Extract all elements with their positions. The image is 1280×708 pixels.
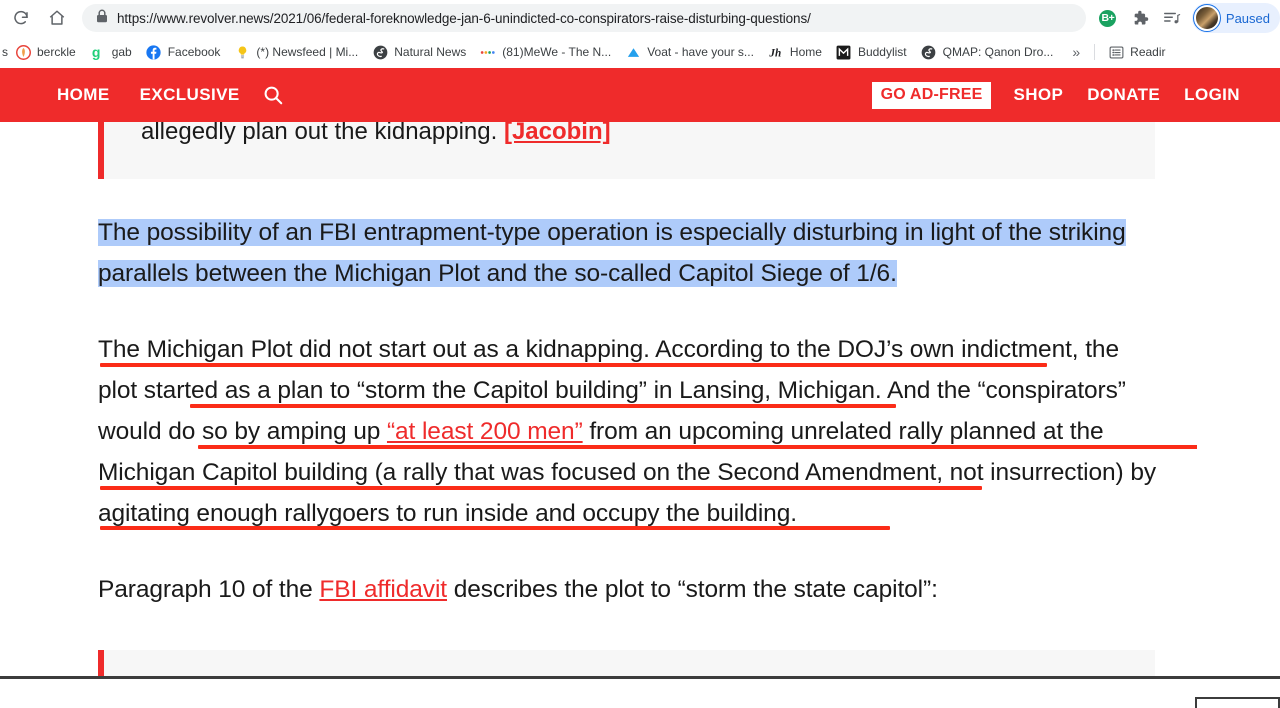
bookmark-label: QMAP: Qanon Dro...: [942, 45, 1054, 59]
browser-chrome: https://www.revolver.news/2021/06/federa…: [0, 0, 1280, 68]
bookmark-mewe[interactable]: (81)MeWe - The N...: [473, 40, 618, 64]
bookmark-label: (*) Newsfeed | Mi...: [256, 45, 359, 59]
lightbulb-favicon: [234, 44, 250, 60]
annotation-underline-5: [100, 526, 890, 530]
berckle-favicon: [15, 44, 31, 60]
highlighted-text: The possibility of an FBI entrapment-typ…: [98, 219, 1126, 287]
gab-favicon: g: [90, 44, 106, 60]
bitwarden-extension-icon[interactable]: B+: [1094, 4, 1122, 32]
paragraph-highlighted: The possibility of an FBI entrapment-typ…: [98, 212, 1158, 294]
search-icon[interactable]: [262, 84, 284, 106]
bookmark-voat[interactable]: Voat - have your s...: [618, 40, 761, 64]
facebook-favicon: [146, 44, 162, 60]
bookmarks-divider: [1094, 44, 1096, 60]
nav-shop-link[interactable]: SHOP: [1013, 85, 1063, 105]
jacobin-link[interactable]: [Jacobin]: [504, 122, 611, 145]
browser-toolbar: https://www.revolver.news/2021/06/federa…: [0, 0, 1280, 36]
bookmark-buddylist[interactable]: Buddylist: [829, 40, 914, 64]
bookmark-berckle[interactable]: berckle: [8, 40, 83, 64]
bookmark-newsfeed[interactable]: (*) Newsfeed | Mi...: [227, 40, 365, 64]
url-text: https://www.revolver.news/2021/06/federa…: [117, 10, 811, 26]
reading-list-icon[interactable]: [1158, 4, 1186, 32]
lock-icon: [96, 9, 108, 28]
profile-avatar: [1192, 4, 1221, 32]
article-body: allegedly plan out the kidnapping. [Jaco…: [0, 122, 1280, 677]
reading-list-button[interactable]: Readir: [1101, 40, 1172, 64]
extensions-puzzle-icon[interactable]: [1126, 4, 1154, 32]
go-ad-free-button[interactable]: GO AD-FREE: [871, 81, 992, 109]
voat-triangle-favicon: [625, 44, 641, 60]
bookmark-home[interactable]: Jh Home: [761, 40, 829, 64]
bookmarks-bar: s berckle g gab Facebook (*) Newsfeed | …: [0, 36, 1280, 68]
site-nav-left: HOME EXCLUSIVE: [57, 84, 284, 106]
nav-donate-link[interactable]: DONATE: [1087, 85, 1160, 105]
address-bar[interactable]: https://www.revolver.news/2021/06/federa…: [82, 4, 1086, 32]
annotation-underline-3: [198, 445, 1197, 449]
bookmark-facebook[interactable]: Facebook: [139, 40, 228, 64]
svg-text:g: g: [92, 45, 101, 60]
bookmark-natural-news[interactable]: Natural News: [365, 40, 473, 64]
svg-text:Jh: Jh: [769, 47, 782, 59]
annotation-underline-4: [100, 486, 982, 490]
bookmark-label: Buddylist: [857, 45, 907, 59]
annotation-underline-1: [100, 363, 1047, 367]
paragraph-last-part2: describes the plot to “storm the state c…: [447, 576, 938, 603]
globe-favicon: [921, 44, 937, 60]
bookmark-label: Facebook: [167, 45, 221, 59]
bookmark-gab[interactable]: g gab: [83, 40, 139, 64]
extension-icons: B+: [1092, 4, 1188, 32]
below-fold-area: [0, 679, 1280, 708]
jh-favicon: Jh: [768, 44, 784, 60]
annotation-underline-2: [190, 404, 896, 408]
nav-home-link[interactable]: HOME: [57, 85, 110, 105]
bookmark-label: gab: [111, 45, 132, 59]
bookmark-label: Home: [789, 45, 822, 59]
mewe-dots-favicon: [480, 44, 496, 60]
browser-window: https://www.revolver.news/2021/06/federa…: [0, 0, 1280, 708]
reload-icon[interactable]: [6, 3, 36, 33]
site-navigation-bar: HOME EXCLUSIVE GO AD-FREE SHOP DONATE LO…: [0, 68, 1280, 122]
paragraph-last: Paragraph 10 of the FBI affidavit descri…: [98, 569, 1158, 610]
nav-login-link[interactable]: LOGIN: [1184, 85, 1240, 105]
bookmark-label: Natural News: [394, 45, 467, 59]
buddylist-favicon: [836, 44, 852, 60]
site-nav-right: GO AD-FREE SHOP DONATE LOGIN: [871, 81, 1240, 109]
bookmark-label: Voat - have your s...: [647, 45, 754, 59]
sync-paused-label: Paused: [1225, 10, 1270, 26]
paragraph-last-part1: Paragraph 10 of the: [98, 576, 320, 603]
bookmarks-overflow-button[interactable]: »: [1064, 44, 1088, 60]
bookmark-label: (81)MeWe - The N...: [502, 45, 612, 59]
at-least-200-men-link[interactable]: “at least 200 men”: [387, 418, 583, 445]
bookmark-label: berckle: [37, 45, 76, 59]
paragraph-main: The Michigan Plot did not start out as a…: [98, 329, 1158, 534]
profile-chip[interactable]: Paused: [1191, 3, 1280, 33]
blockquote-text: allegedly plan out the kidnapping.: [141, 122, 504, 145]
blockquote-bottom: [98, 650, 1155, 677]
globe-favicon: [372, 44, 388, 60]
fbi-affidavit-link[interactable]: FBI affidavit: [319, 576, 447, 603]
bookmark-qmap[interactable]: QMAP: Qanon Dro...: [914, 40, 1061, 64]
reading-list-icon: [1108, 44, 1124, 60]
reading-list-label: Readir: [1130, 45, 1166, 59]
nav-exclusive-link[interactable]: EXCLUSIVE: [140, 85, 240, 105]
home-icon[interactable]: [42, 3, 72, 33]
bottom-right-box: [1195, 697, 1280, 708]
blockquote-top-text: allegedly plan out the kidnapping. [Jaco…: [141, 122, 611, 154]
blockquote-top: allegedly plan out the kidnapping. [Jaco…: [98, 122, 1155, 179]
